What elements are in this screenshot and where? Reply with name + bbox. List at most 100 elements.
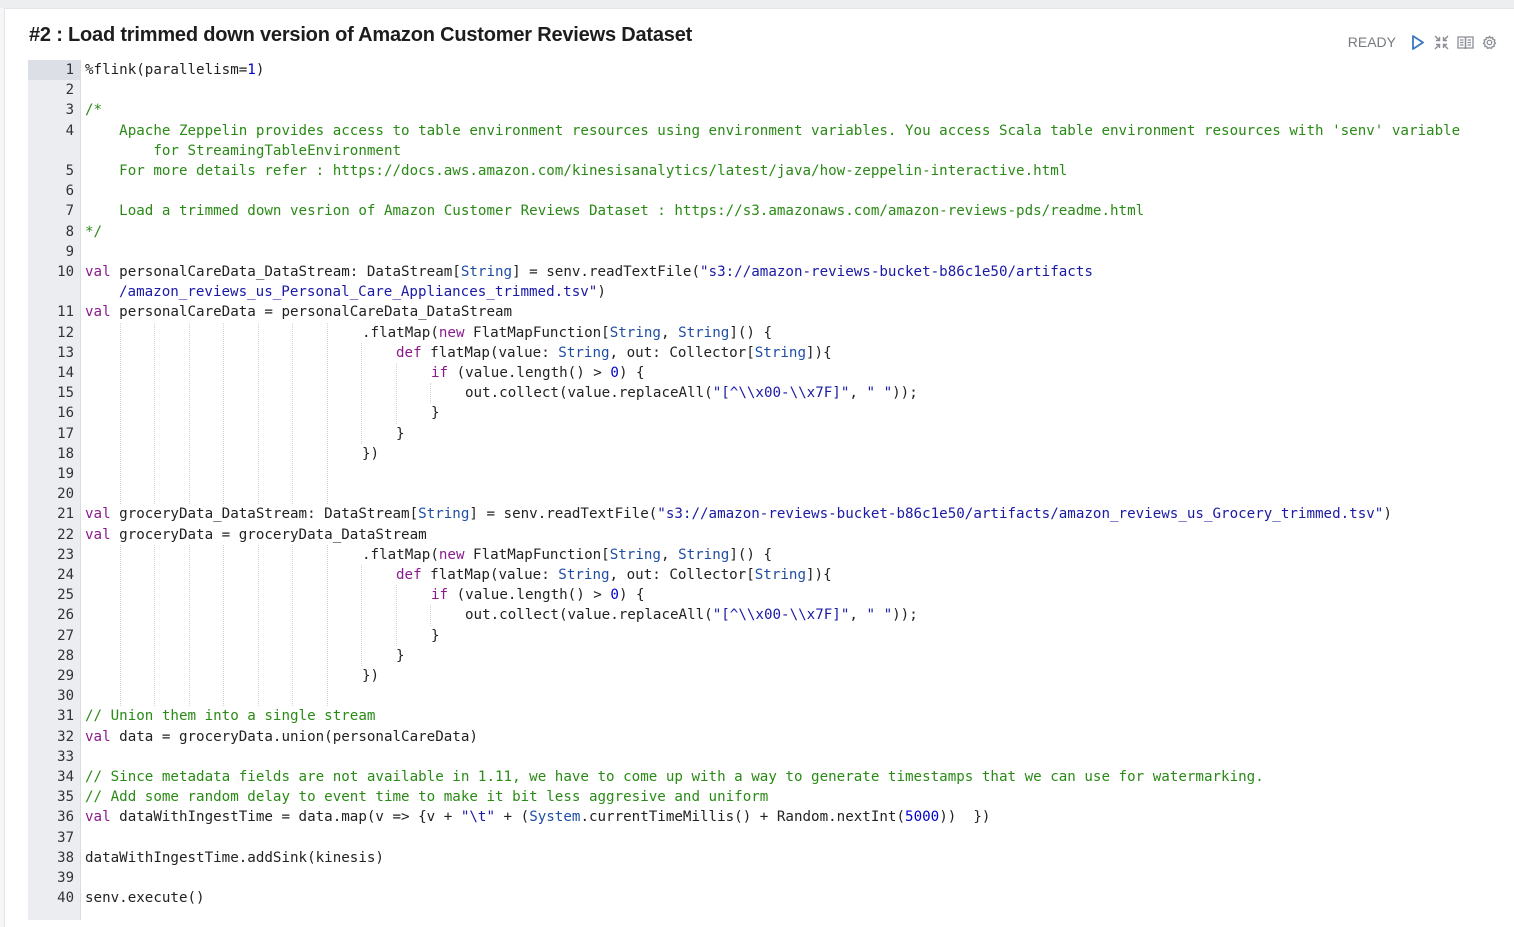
settings-icon[interactable] — [1481, 34, 1498, 51]
indent-guide — [223, 544, 224, 707]
indent-guide — [361, 565, 362, 666]
indent-guide — [396, 363, 397, 424]
code-line: val groceryData = groceryData_DataStream — [85, 526, 427, 543]
line-number: 32 — [57, 728, 74, 745]
indent-guide — [189, 544, 190, 707]
run-icon[interactable] — [1409, 34, 1426, 51]
code-line: */ — [85, 223, 103, 240]
line-number: 39 — [57, 870, 74, 886]
code-line: // Since metadata fields are not availab… — [85, 769, 1264, 785]
line-number: 34 — [57, 769, 74, 785]
notebook-paragraph: #2 : Load trimmed down version of Amazon… — [4, 8, 1514, 927]
code-line: /* — [85, 102, 103, 119]
line-number: 20 — [57, 486, 74, 503]
paragraph-controls: READY — [1348, 31, 1498, 53]
code-line: val personalCareData = personalCareData_… — [85, 304, 513, 321]
code-line-wrap: for StreamingTableEnvironment — [85, 142, 402, 159]
line-number: 1 — [65, 62, 74, 78]
indent-guide — [154, 322, 155, 505]
code-line: dataWithIngestTime.addSink(kinesis) — [85, 849, 384, 866]
line-number: 15 — [57, 385, 74, 402]
line-number: 24 — [57, 567, 74, 583]
line-number-gutter: 1 2 3 4 5 6 7 8 9 10 11 12 13 14 15 16 1… — [28, 60, 81, 920]
code-line: %flink(parallelism=1) — [85, 62, 265, 78]
paragraph-status: READY — [1347, 34, 1396, 50]
line-number: 16 — [57, 405, 74, 422]
code-editor[interactable]: 1 2 3 4 5 6 7 8 9 10 11 12 13 14 15 16 1… — [28, 60, 1509, 920]
line-number: 26 — [57, 607, 74, 624]
line-number: 21 — [57, 506, 74, 523]
line-number: 5 — [65, 163, 74, 179]
paragraph-title[interactable]: #2 : Load trimmed down version of Amazon… — [29, 24, 692, 47]
line-number: 10 — [57, 264, 74, 280]
line-number: 30 — [57, 688, 74, 705]
line-number: 17 — [57, 425, 74, 442]
line-number: 19 — [57, 466, 74, 482]
indent-guide — [361, 342, 362, 444]
line-number: 13 — [57, 344, 74, 361]
line-number: 36 — [57, 809, 74, 826]
indent-guide — [327, 322, 328, 505]
line-number: 23 — [57, 546, 74, 563]
indent-guide — [154, 544, 155, 707]
code-line: Load a trimmed down vesrion of Amazon Cu… — [85, 203, 1145, 220]
code-line: def flatMap(value: String, out: Collecto… — [396, 567, 832, 583]
code-line: } — [396, 647, 405, 664]
indent-guide — [327, 544, 328, 707]
code-line: }) — [362, 668, 380, 684]
code-line: out.collect(value.replaceAll("[^\\x00-\\… — [465, 607, 918, 624]
line-number: 11 — [57, 304, 74, 321]
line-number: 3 — [65, 102, 74, 119]
code-line-wrap: /amazon_reviews_us_Personal_Care_Applian… — [119, 284, 606, 301]
indent-guide — [223, 322, 224, 505]
code-line: .flatMap(new FlatMapFunction[String, Str… — [362, 546, 773, 563]
line-number: 4 — [65, 122, 74, 139]
indent-guide — [430, 605, 431, 626]
code-area[interactable]: %flink(parallelism=1) /* Apache Zeppelin… — [81, 60, 1509, 920]
line-number: 2 — [65, 82, 74, 99]
code-line: Apache Zeppelin provides access to table… — [85, 122, 1461, 139]
line-number: 14 — [57, 365, 74, 381]
line-number: 9 — [65, 243, 74, 260]
line-number: 25 — [57, 587, 74, 604]
line-number: 7 — [65, 203, 74, 220]
code-line: } — [396, 425, 405, 442]
code-line: } — [431, 627, 440, 644]
indent-guide — [258, 322, 259, 505]
code-line: if (value.length() > 0) { — [431, 365, 645, 381]
code-line: val personalCareData_DataStream: DataStr… — [85, 264, 1093, 280]
code-line: // Add some random delay to event time t… — [85, 789, 769, 806]
line-number: 6 — [65, 183, 74, 200]
line-number: 28 — [57, 647, 74, 664]
book-icon[interactable] — [1457, 34, 1474, 51]
line-number: 12 — [57, 324, 74, 341]
code-line: }) — [362, 445, 380, 462]
line-number: 8 — [65, 223, 74, 240]
indent-guide — [189, 322, 190, 505]
code-line: } — [431, 405, 440, 422]
line-number: 29 — [57, 668, 74, 684]
indent-guide — [292, 322, 293, 505]
notebook-top-strip — [0, 0, 1514, 8]
indent-guide — [120, 322, 121, 505]
line-number: 22 — [57, 526, 74, 543]
code-line: .flatMap(new FlatMapFunction[String, Str… — [362, 324, 773, 341]
indent-guide — [120, 544, 121, 707]
line-number: 31 — [57, 708, 74, 725]
indent-guide — [292, 544, 293, 707]
code-line: For more details refer : https://docs.aw… — [85, 163, 1068, 179]
code-line: val data = groceryData.union(personalCar… — [85, 728, 478, 745]
line-number: 37 — [57, 829, 74, 846]
code-line: if (value.length() > 0) { — [431, 587, 645, 604]
code-line: senv.execute() — [85, 890, 205, 907]
code-line: def flatMap(value: String, out: Collecto… — [396, 344, 832, 361]
indent-guide — [258, 544, 259, 707]
line-number: 33 — [57, 748, 74, 765]
collapse-icon[interactable] — [1433, 34, 1450, 51]
line-number: 18 — [57, 445, 74, 462]
code-line: val groceryData_DataStream: DataStream[S… — [85, 506, 1392, 523]
code-line: // Union them into a single stream — [85, 708, 376, 725]
line-number: 27 — [57, 627, 74, 644]
indent-guide — [396, 585, 397, 646]
code-line: val dataWithIngestTime = data.map(v => {… — [85, 809, 991, 826]
